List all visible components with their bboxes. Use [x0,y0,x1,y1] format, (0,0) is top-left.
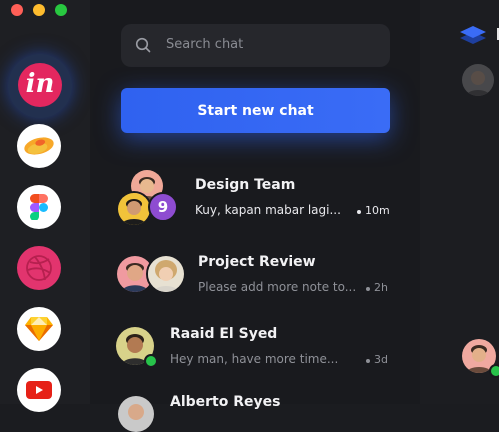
chat-preview: Please add more note to... [198,280,357,294]
chat-title: Alberto Reyes [170,394,281,410]
chat-detail-panel [420,0,499,404]
avatar [116,191,152,227]
maximize-window-button[interactable] [55,4,67,16]
search-icon [135,37,151,53]
online-status-indicator [144,354,158,368]
layers-icon[interactable] [458,24,488,46]
youtube-icon[interactable] [17,368,61,412]
figma-icon[interactable] [17,185,61,229]
dribbble-icon[interactable] [17,246,61,290]
zeplin-icon[interactable] [17,124,61,168]
chat-preview: Hey man, have more time... [170,352,339,366]
time-dot [366,287,370,291]
unread-dot [357,210,361,214]
avatar [118,396,154,432]
chat-title: Raaid El Syed [170,326,278,342]
chat-title: Project Review [198,254,316,270]
minimize-window-button[interactable] [33,4,45,16]
search-box[interactable]: Search chat [121,24,390,67]
sketch-icon[interactable] [17,307,61,351]
chat-time: 2h [374,281,388,294]
invision-label: in [25,68,55,99]
app-rail: in [0,0,90,412]
search-input[interactable]: Search chat [166,37,243,52]
chat-time: 10m [365,204,390,217]
close-window-button[interactable] [11,4,23,16]
member-count-badge: 9 [148,192,178,222]
avatar[interactable] [462,64,494,96]
chat-title: Design Team [195,177,296,193]
online-status-indicator [489,364,499,378]
time-dot [366,359,370,363]
chat-preview: Kuy, kapan mabar lagi... [195,203,341,217]
invision-icon[interactable]: in [18,63,62,107]
start-new-chat-button[interactable]: Start new chat [121,88,390,133]
chat-time: 3d [374,353,388,366]
avatar [146,254,186,294]
